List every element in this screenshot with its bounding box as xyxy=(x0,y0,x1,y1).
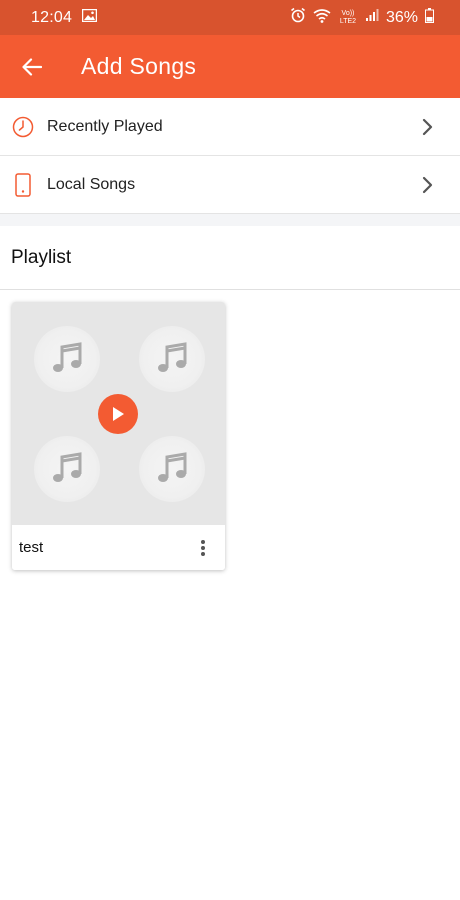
page-title: Add Songs xyxy=(81,53,197,79)
app-bar: Add Songs xyxy=(0,35,460,98)
playlist-card[interactable]: test xyxy=(12,302,225,570)
phone-icon xyxy=(11,172,35,197)
alarm-icon xyxy=(290,7,306,28)
status-bar: 12:04 Vo)) LTE2 36% xyxy=(0,0,460,35)
playlist-card-footer: test xyxy=(12,525,225,570)
playlist-name: test xyxy=(19,539,44,556)
signal-icon xyxy=(365,8,379,27)
battery-percent: 36% xyxy=(385,8,418,26)
battery-icon xyxy=(425,7,434,28)
chevron-right-icon xyxy=(422,118,433,135)
wifi-icon xyxy=(313,8,331,28)
menu-item-local-songs[interactable]: Local Songs xyxy=(0,156,460,214)
network-label: Vo)) LTE2 xyxy=(339,9,357,25)
play-icon xyxy=(113,407,124,421)
music-note-icon xyxy=(139,326,205,392)
playlist-header: Playlist xyxy=(0,226,460,290)
more-options-button[interactable] xyxy=(193,536,213,560)
status-time: 12:04 xyxy=(31,8,73,26)
music-note-icon xyxy=(34,326,100,392)
section-title: Playlist xyxy=(11,246,72,268)
image-notification-icon xyxy=(81,8,98,27)
clock-icon xyxy=(11,115,35,139)
playlist-cover xyxy=(12,302,225,525)
music-note-icon xyxy=(139,436,205,502)
arrow-left-icon xyxy=(22,57,42,76)
section-divider xyxy=(0,214,460,226)
menu-item-recently-played[interactable]: Recently Played xyxy=(0,98,460,156)
menu-item-label: Local Songs xyxy=(47,175,136,193)
back-button[interactable] xyxy=(12,47,52,87)
music-note-icon xyxy=(34,436,100,502)
more-vert-icon xyxy=(201,539,205,556)
play-button[interactable] xyxy=(98,394,138,434)
menu-item-label: Recently Played xyxy=(47,117,163,135)
chevron-right-icon xyxy=(422,176,433,193)
